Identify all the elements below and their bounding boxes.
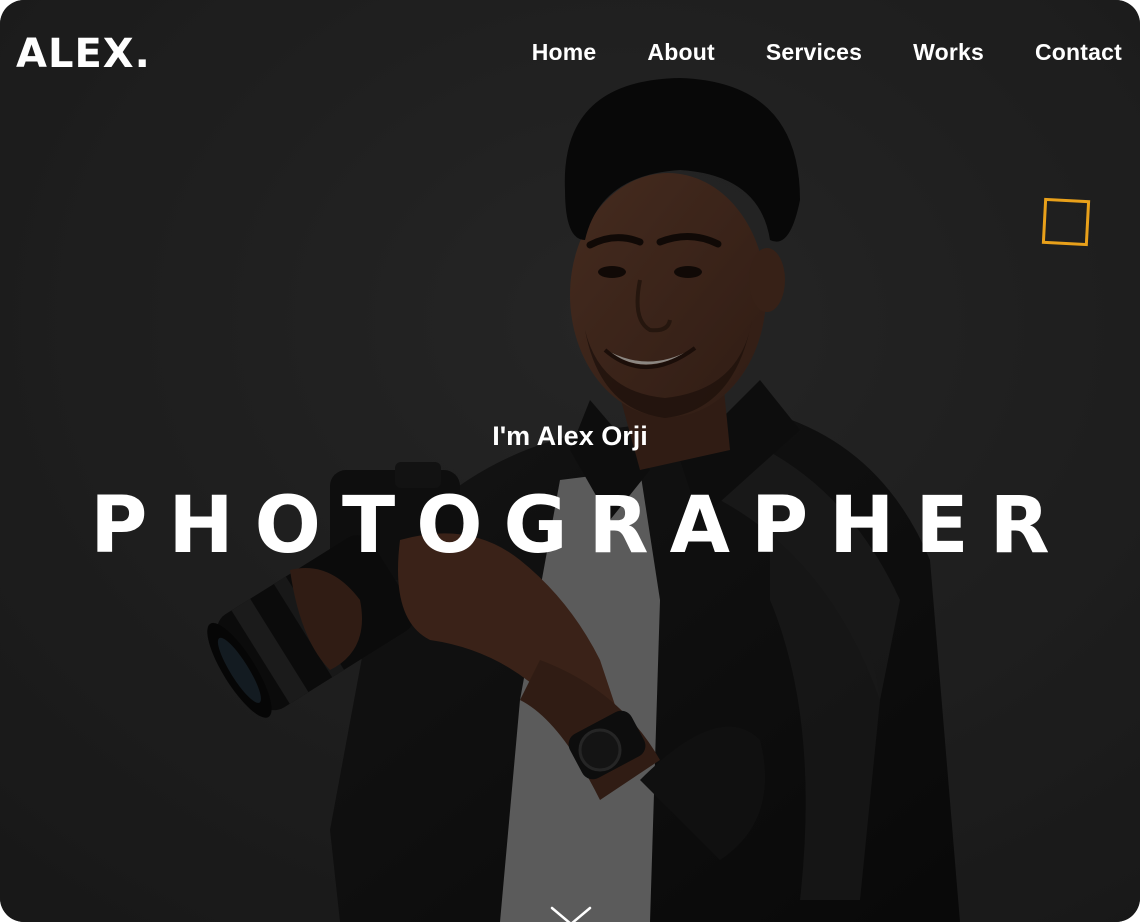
nav-link-contact[interactable]: Contact [1035,36,1122,68]
page-frame: ALEX. Home About Services Works Contact … [0,0,1140,922]
main-nav: Home About Services Works Contact [532,36,1122,68]
hero-intro: I'm Alex Orji [492,421,648,451]
decorative-square [1041,197,1091,247]
nav-link-works[interactable]: Works [913,36,984,68]
chevron-down-icon[interactable] [550,906,592,922]
nav-link-about[interactable]: About [647,36,714,68]
hero-title: PHOTOGRAPHER [90,481,1071,571]
site-logo[interactable]: ALEX. [16,30,151,78]
nav-link-home[interactable]: Home [532,36,597,68]
hero-photo [0,0,1140,922]
nav-link-services[interactable]: Services [766,36,862,68]
